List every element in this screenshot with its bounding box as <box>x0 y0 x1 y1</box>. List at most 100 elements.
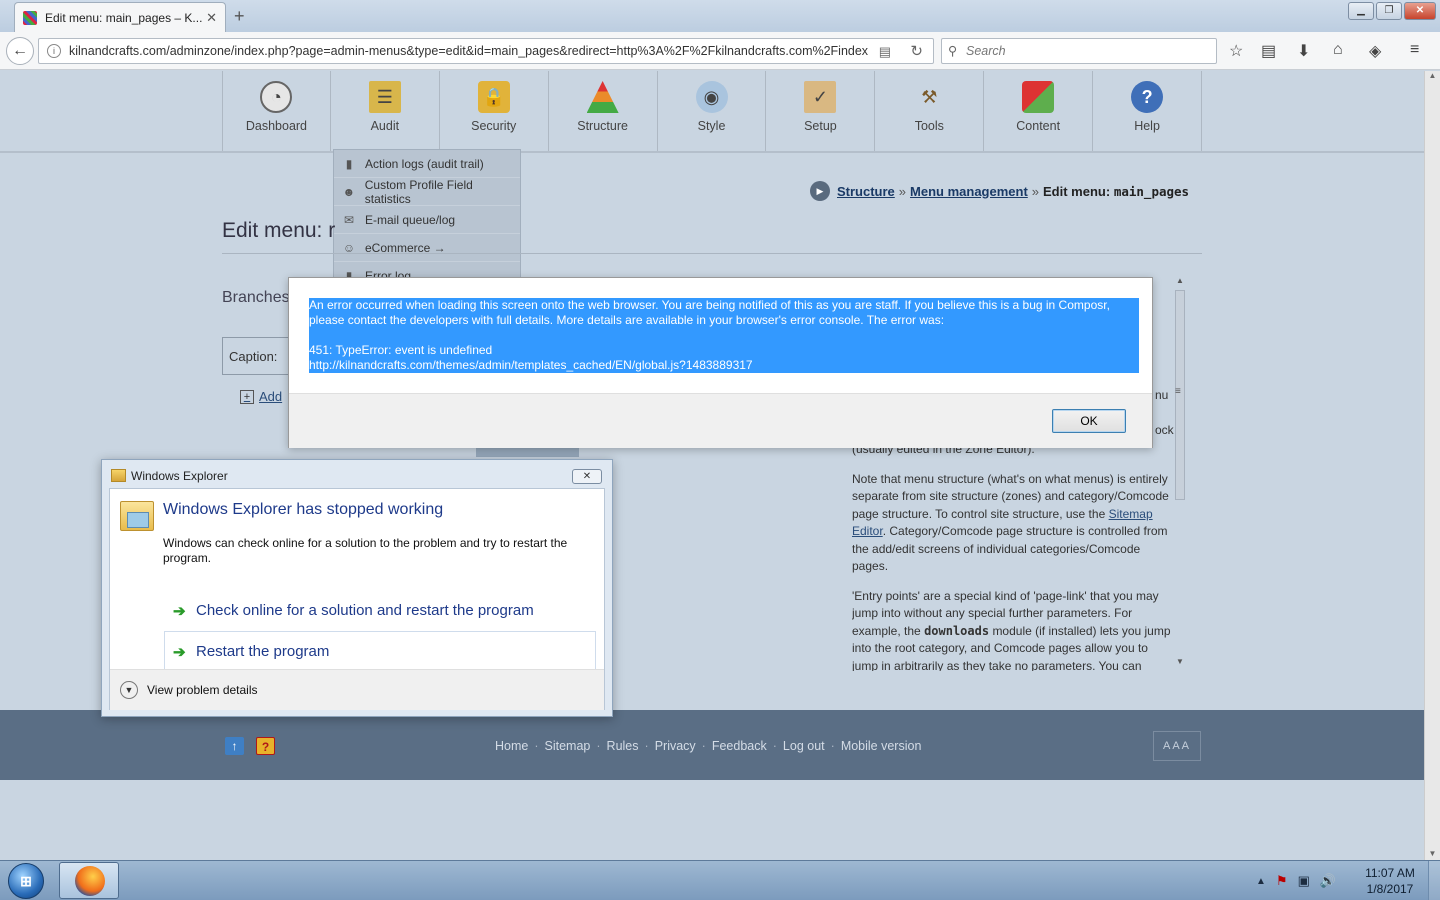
menu-item-action-logs[interactable]: ▮ Action logs (audit trail) <box>334 150 520 178</box>
bookmark-star-icon[interactable]: ☆ <box>1229 41 1243 61</box>
problem-details-bar[interactable]: ▼ View problem details <box>110 669 604 710</box>
nav-label: Security <box>471 119 517 133</box>
nav-setup[interactable]: ✓ Setup <box>766 71 876 151</box>
nav-structure[interactable]: Structure <box>549 71 658 151</box>
hamburger-menu-icon[interactable]: ≡ <box>1410 41 1419 59</box>
network-icon[interactable]: ▣ <box>1298 873 1310 889</box>
nav-style[interactable]: ◉ Style <box>658 71 767 151</box>
footer-link-sitemap[interactable]: Sitemap <box>545 739 591 753</box>
minimize-icon[interactable]: ▁ <box>1348 2 1374 20</box>
add-label: Add <box>259 389 283 404</box>
start-button[interactable]: ⊞ <box>8 863 44 899</box>
bookmarks-list-icon[interactable]: ▤ <box>1261 41 1276 61</box>
footer-link-rules[interactable]: Rules <box>607 739 639 753</box>
sitemap-editor-link[interactable]: Editor <box>852 524 883 538</box>
nav-label: Help <box>1134 119 1160 133</box>
window-controls: ▁ ❐ ✕ <box>1348 2 1436 20</box>
url-text: kilnandcrafts.com/adminzone/index.php?pa… <box>69 44 869 58</box>
footer-link-home[interactable]: Home <box>495 739 528 753</box>
footer-link-privacy[interactable]: Privacy <box>655 739 696 753</box>
scroll-up-arrow-icon[interactable]: ▲ <box>1425 71 1440 80</box>
help-paragraph: Note that menu structure (what's on what… <box>852 471 1169 574</box>
taskbar-firefox[interactable] <box>59 862 119 899</box>
downloads-icon[interactable]: ⬇ <box>1297 41 1310 61</box>
show-desktop-button[interactable] <box>1428 861 1440 900</box>
tray-expand-icon[interactable]: ▲ <box>1256 876 1266 887</box>
address-bar[interactable]: i kilnandcrafts.com/adminzone/index.php?… <box>38 38 934 64</box>
help-question-icon[interactable]: ? <box>256 737 275 755</box>
menu-item-label: Custom Profile Field statistics <box>364 177 473 206</box>
nav-content[interactable]: Content <box>984 71 1094 151</box>
pocket-icon[interactable]: ◈ <box>1369 41 1381 61</box>
dialog-titlebar: Windows Explorer ✕ <box>102 460 612 490</box>
ok-button[interactable]: OK <box>1052 409 1126 433</box>
padlock-icon: 🔒 <box>477 81 510 113</box>
breadcrumb-structure-link[interactable]: Structure <box>837 184 895 199</box>
sitemap-editor-link[interactable]: Sitemap <box>1109 507 1153 521</box>
breadcrumb: ▶ Structure » Menu management » Edit men… <box>810 181 1189 201</box>
menu-item-label: Action logs (audit trail) <box>365 156 484 171</box>
clipboard-checklist-icon: ✓ <box>804 81 837 113</box>
restart-program-option[interactable]: ➔ Restart the program <box>164 631 596 671</box>
reader-view-icon[interactable]: ▤ <box>879 44 891 60</box>
action-center-flag-icon[interactable]: ⚑ <box>1276 873 1288 889</box>
branches-heading: Branches <box>222 289 290 306</box>
close-icon[interactable]: ✕ <box>572 469 602 484</box>
alert-line: please contact the developers with full … <box>309 313 945 327</box>
reload-icon[interactable]: ↻ <box>910 42 923 60</box>
clock-date: 1/8/2017 <box>1366 882 1414 896</box>
footer-link-logout[interactable]: Log out <box>783 739 825 753</box>
nav-divider <box>0 151 1424 153</box>
font-size-toggle[interactable]: AAA <box>1153 731 1201 761</box>
nav-help[interactable]: ? Help <box>1093 71 1203 151</box>
browser-toolbar: ← i kilnandcrafts.com/adminzone/index.ph… <box>0 32 1440 70</box>
home-icon[interactable]: ⌂ <box>1333 41 1343 59</box>
clock[interactable]: 11:07 AM 1/8/2017 <box>1360 865 1420 897</box>
breadcrumb-menu-management-link[interactable]: Menu management <box>910 184 1028 199</box>
scroll-down-arrow-icon[interactable]: ▼ <box>1173 657 1187 666</box>
nav-dashboard[interactable]: ◔ Dashboard <box>222 71 331 151</box>
search-bar[interactable]: ⚲ Search <box>941 38 1217 64</box>
scroll-up-arrow-icon[interactable]: ▲ <box>1173 276 1187 285</box>
tab-close-icon[interactable]: ✕ <box>206 10 217 26</box>
clock-time: 11:07 AM <box>1365 866 1415 880</box>
chevron-down-icon[interactable]: ▼ <box>120 681 138 699</box>
nav-label: Content <box>1016 119 1061 133</box>
page-title: Edit menu: r <box>222 219 336 242</box>
footer-link-feedback[interactable]: Feedback <box>712 739 767 753</box>
system-tray: ▲ ⚑ ▣ 🔊 <box>1256 861 1336 900</box>
site-info-icon[interactable]: i <box>47 44 61 58</box>
downloads-code: downloads <box>924 623 990 638</box>
menu-item-ecommerce[interactable]: ☺ eCommerce → <box>334 234 520 262</box>
back-arrow-icon[interactable]: ← <box>6 37 34 65</box>
footer-link-mobile[interactable]: Mobile version <box>841 739 922 753</box>
breadcrumb-arrow-icon: ▶ <box>810 181 830 201</box>
window-close-icon[interactable]: ✕ <box>1404 2 1436 20</box>
scroll-down-arrow-icon[interactable]: ▼ <box>1425 849 1440 858</box>
question-mark-icon: ? <box>1131 81 1164 113</box>
active-tab[interactable]: Edit menu: main_pages – K... ✕ <box>14 2 226 32</box>
menu-item-email-queue[interactable]: ✉ E-mail queue/log <box>334 206 520 234</box>
new-tab-plus-icon[interactable]: + <box>234 6 245 27</box>
search-icon: ⚲ <box>948 44 958 58</box>
menu-item-cpf-statistics[interactable]: ☻ Custom Profile Field statistics <box>334 178 520 206</box>
help-panel: (usually edited in the Zone Editor). Not… <box>852 441 1174 671</box>
breadcrumb-current: Edit menu: <box>1043 183 1111 199</box>
help-text-fragment: nu <box>1155 388 1169 402</box>
user-chart-icon: ☻ <box>342 184 356 199</box>
help-scrollbar[interactable]: ▲ ≡ ▼ <box>1173 276 1187 666</box>
page-scrollbar[interactable]: ▲ ▼ <box>1424 71 1440 860</box>
back-to-top-icon[interactable]: ↑ <box>225 737 244 755</box>
log-bars-icon: ▮ <box>345 156 353 171</box>
nav-audit[interactable]: ☰ Audit <box>331 71 440 151</box>
breadcrumb-current-code: main_pages <box>1113 183 1190 199</box>
volume-icon[interactable]: 🔊 <box>1320 873 1336 889</box>
add-branch-link[interactable]: + Add <box>240 389 282 404</box>
pyramid-icon <box>586 81 619 113</box>
nav-tools[interactable]: ⚒ Tools <box>875 71 985 151</box>
nav-security[interactable]: 🔒 Security <box>440 71 549 151</box>
hammer-icon: ⚒ <box>921 86 938 107</box>
folder-icon <box>111 469 126 482</box>
check-online-restart-option[interactable]: ➔ Check online for a solution and restar… <box>164 590 596 630</box>
restore-icon[interactable]: ❐ <box>1376 2 1402 20</box>
